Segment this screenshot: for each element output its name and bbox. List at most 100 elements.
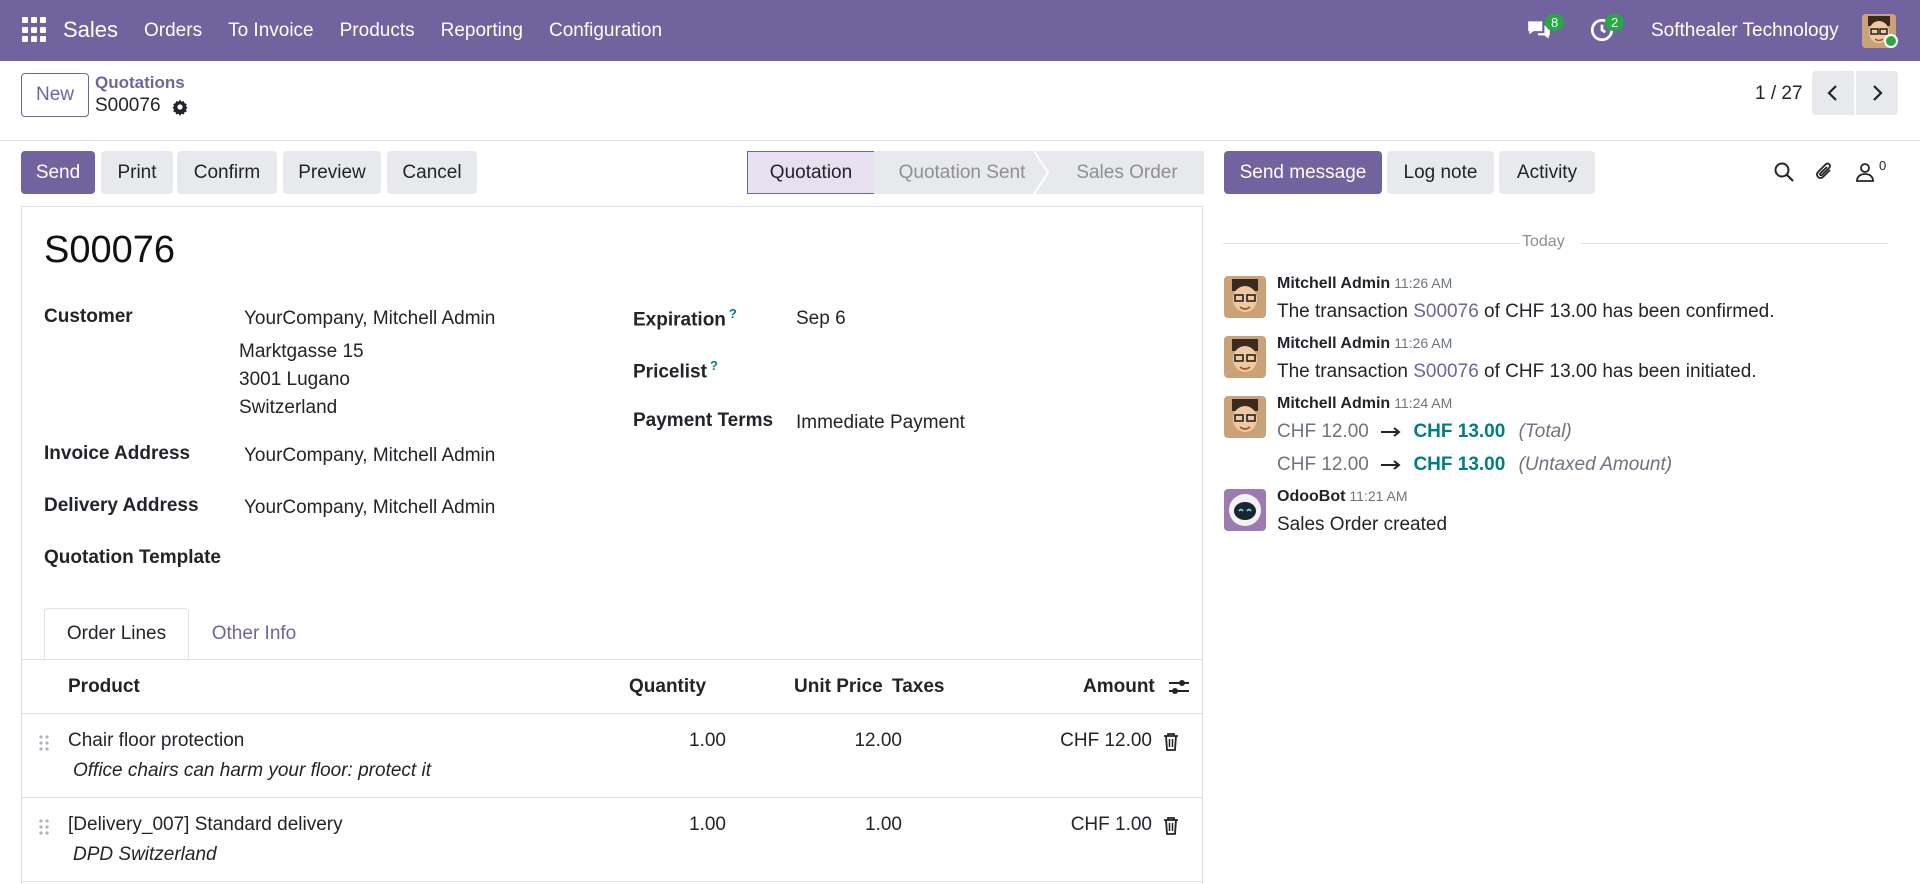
line-product[interactable]: [Delivery_007] Standard delivery [68, 814, 343, 836]
column-amount[interactable]: Amount [1083, 676, 1155, 698]
stage-quotation-sent[interactable]: Quotation Sent [874, 151, 1034, 194]
tracking-change: CHF 12.00 CHF 13.00 (Untaxed Amount) [1277, 454, 1672, 476]
cancel-button[interactable]: Cancel [387, 151, 477, 194]
search-icon[interactable] [1773, 161, 1795, 183]
message-avatar[interactable] [1224, 396, 1266, 438]
arrow-right-icon [1381, 460, 1401, 470]
old-value: CHF 12.00 [1277, 421, 1369, 442]
new-value: CHF 13.00 [1413, 454, 1506, 475]
status-bar: Quotation Quotation Sent Sales Order [747, 151, 1204, 194]
tracked-field: (Total) [1518, 421, 1572, 442]
app-name[interactable]: Sales [63, 17, 118, 43]
message-body: The transaction S00076 of CHF 13.00 has … [1277, 301, 1774, 323]
print-button[interactable]: Print [101, 151, 173, 194]
stage-quotation[interactable]: Quotation [747, 151, 875, 194]
delivery-address-label: Delivery Address [44, 495, 199, 516]
preview-button[interactable]: Preview [283, 151, 381, 194]
stage-arrow-icon [1034, 151, 1050, 194]
expiration-label: Expiration? [633, 306, 737, 331]
column-taxes[interactable]: Taxes [892, 676, 944, 698]
drag-handle-icon[interactable] [38, 734, 50, 752]
trash-icon[interactable] [1162, 816, 1180, 836]
line-product[interactable]: Chair floor protection [68, 730, 244, 752]
followers-icon[interactable] [1854, 161, 1876, 183]
line-quantity[interactable]: 1.00 [630, 814, 726, 836]
message-author[interactable]: Mitchell Admin 11:24 AM [1277, 395, 1452, 413]
chevron-right-icon [1873, 85, 1883, 101]
stage-sales-order[interactable]: Sales Order [1050, 151, 1204, 194]
company-switcher[interactable]: Softhealer Technology [1651, 20, 1839, 42]
customer-label: Customer [44, 306, 133, 327]
send-button[interactable]: Send [21, 151, 95, 194]
column-settings-icon[interactable] [1168, 677, 1190, 697]
pricelist-label: Pricelist? [633, 358, 718, 383]
author-name: Mitchell Admin [1277, 335, 1391, 352]
payment-terms-label: Payment Terms [633, 410, 774, 431]
transaction-link[interactable]: S00076 [1413, 301, 1479, 322]
send-message-button[interactable]: Send message [1224, 151, 1382, 194]
log-note-button[interactable]: Log note [1387, 151, 1494, 194]
line-unit-price[interactable]: 1.00 [800, 814, 902, 836]
date-separator: Today [1223, 233, 1888, 253]
customer-city: 3001 Lugano [239, 369, 350, 390]
line-unit-price[interactable]: 12.00 [800, 730, 902, 752]
form-sheet: S00076 Customer YourCompany, Mitchell Ad… [21, 206, 1203, 884]
line-description: DPD Switzerland [73, 844, 217, 865]
column-product[interactable]: Product [68, 676, 140, 698]
trash-icon[interactable] [1162, 732, 1180, 752]
customer-field[interactable]: YourCompany, Mitchell Admin [244, 308, 495, 330]
main-menu: Orders To Invoice Products Reporting Con… [144, 20, 688, 42]
menu-orders[interactable]: Orders [144, 20, 202, 42]
column-unit-price[interactable]: Unit Price [794, 676, 883, 698]
drag-handle-icon[interactable] [38, 818, 50, 836]
message-author[interactable]: OdooBot 11:21 AM [1277, 488, 1408, 506]
menu-to-invoice[interactable]: To Invoice [228, 20, 314, 42]
message-text: The transaction [1277, 301, 1414, 322]
invoice-address-field[interactable]: YourCompany, Mitchell Admin [244, 445, 495, 467]
tab-order-lines[interactable]: Order Lines [44, 608, 189, 660]
messages-badge: 8 [1545, 14, 1565, 31]
pager-value[interactable]: 1 / 27 [1755, 83, 1803, 105]
message-text: of CHF 13.00 has been initiated. [1478, 361, 1757, 382]
message-author[interactable]: Mitchell Admin 11:26 AM [1277, 335, 1452, 353]
pricelist-help-icon[interactable]: ? [710, 358, 718, 373]
old-value: CHF 12.00 [1277, 454, 1369, 475]
line-quantity[interactable]: 1.00 [630, 730, 726, 752]
tab-other-info[interactable]: Other Info [189, 608, 319, 660]
chevron-left-icon [1827, 85, 1837, 101]
author-name: Mitchell Admin [1277, 395, 1391, 412]
odoobot-avatar[interactable] [1224, 489, 1266, 531]
activity-button[interactable]: Activity [1499, 151, 1595, 194]
author-name: OdooBot [1277, 488, 1346, 505]
paperclip-icon[interactable] [1813, 161, 1835, 183]
payment-terms-field[interactable]: Immediate Payment [796, 412, 965, 434]
gear-icon[interactable] [171, 98, 189, 116]
apps-grid-icon[interactable] [22, 17, 48, 43]
message-body: Sales Order created [1277, 514, 1448, 535]
separator-line-left [1223, 243, 1520, 244]
message-author[interactable]: Mitchell Admin 11:26 AM [1277, 275, 1452, 293]
pager-next-button[interactable] [1856, 71, 1898, 115]
expiration-help-icon[interactable]: ? [729, 306, 737, 321]
new-button[interactable]: New [21, 73, 89, 117]
message-avatar[interactable] [1224, 336, 1266, 378]
column-quantity[interactable]: Quantity [629, 676, 706, 698]
transaction-link[interactable]: S00076 [1413, 361, 1479, 382]
delivery-address-field[interactable]: YourCompany, Mitchell Admin [244, 497, 495, 519]
breadcrumb-quotations[interactable]: Quotations [95, 73, 185, 93]
confirm-button[interactable]: Confirm [177, 151, 277, 194]
message-time: 11:26 AM [1394, 335, 1453, 351]
table-row[interactable]: [Delivery_007] Standard delivery DPD Swi… [22, 798, 1202, 882]
message-avatar[interactable] [1224, 276, 1266, 318]
menu-configuration[interactable]: Configuration [549, 20, 662, 42]
online-status-dot [1884, 34, 1898, 48]
pager-previous-button[interactable] [1812, 71, 1854, 115]
customer-street: Marktgasse 15 [239, 341, 364, 362]
table-row[interactable]: Chair floor protection Office chairs can… [22, 714, 1202, 798]
expiration-field[interactable]: Sep 6 [796, 308, 846, 330]
menu-products[interactable]: Products [340, 20, 415, 42]
menu-reporting[interactable]: Reporting [441, 20, 523, 42]
expiration-label-text: Expiration [633, 309, 726, 331]
tracked-field: (Untaxed Amount) [1518, 454, 1673, 475]
control-panel: New Quotations S00076 1 / 27 [0, 61, 1920, 141]
